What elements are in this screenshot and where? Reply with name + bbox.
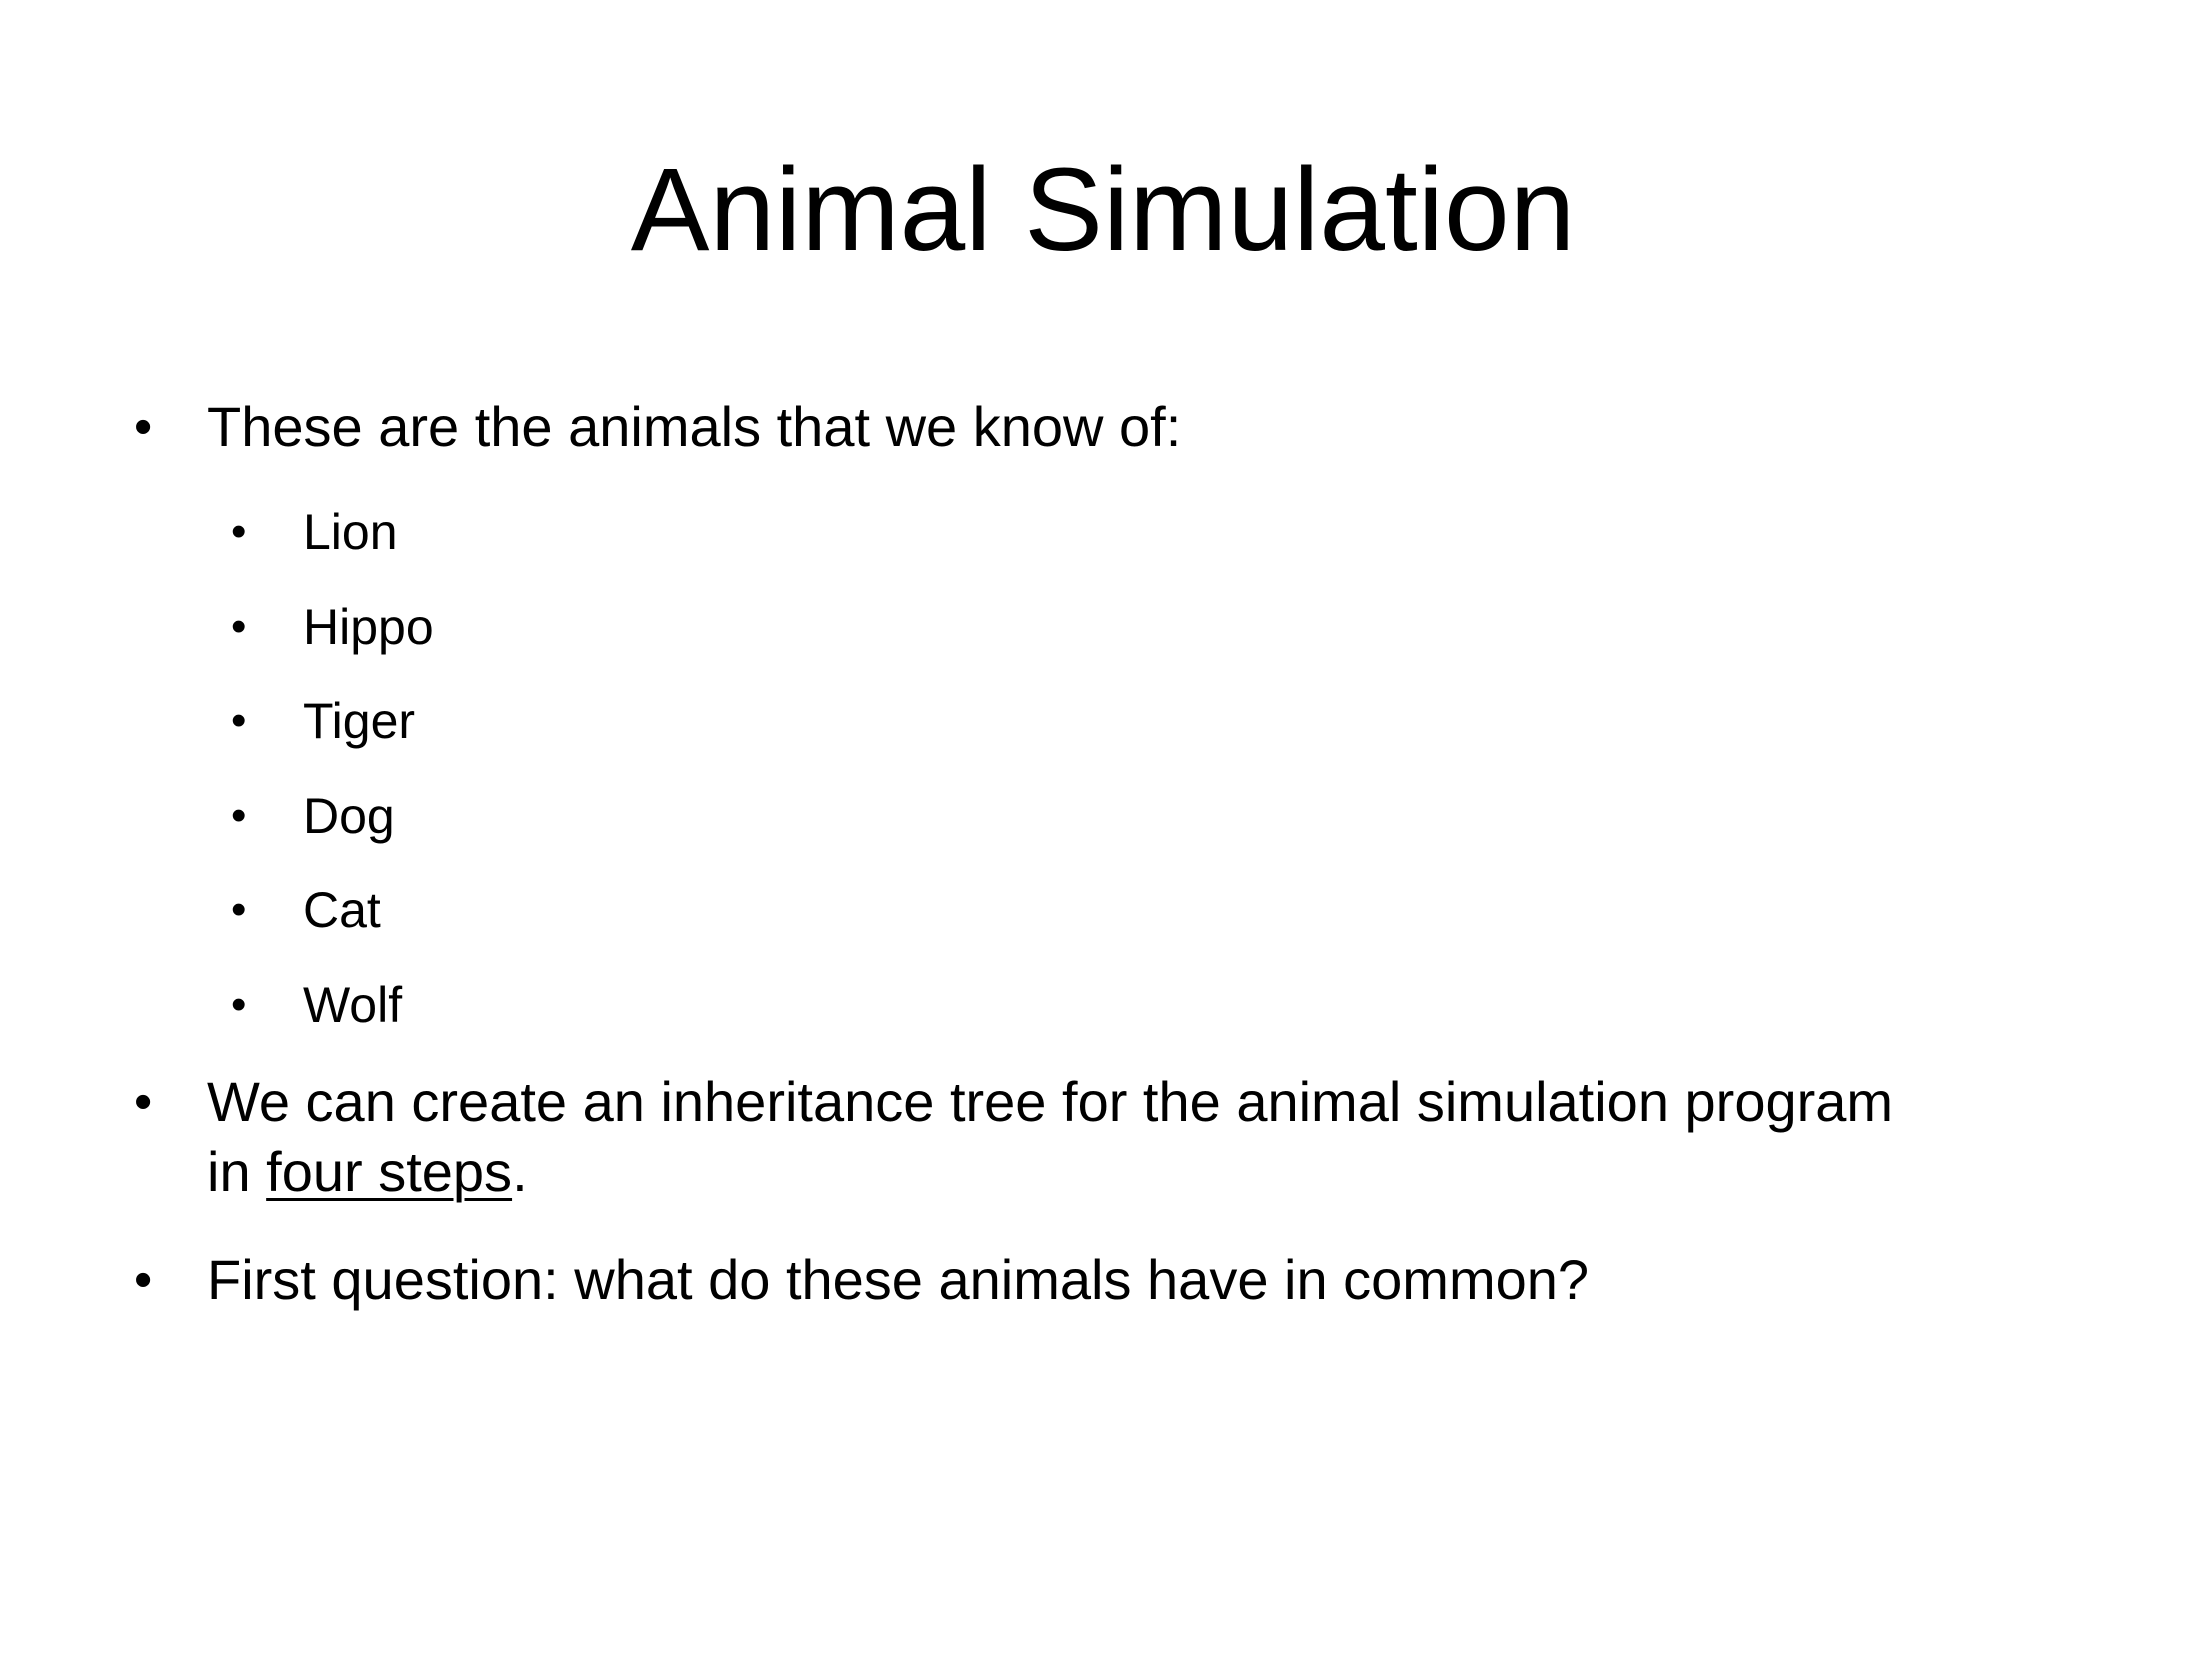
sub-bullet-marker: • — [231, 507, 247, 556]
bullet-text-line1: We can create an inheritance tree for th… — [207, 1070, 1894, 1133]
sub-bullet-marker: • — [231, 791, 247, 840]
four-steps-underlined-text: four steps — [266, 1140, 513, 1203]
sub-bullet-text: Lion — [303, 504, 398, 560]
bullet-marker: • — [134, 398, 153, 456]
sub-bullet-marker: • — [231, 602, 247, 651]
sub-bullet-text: Dog — [303, 788, 395, 844]
sub-bullet-marker: • — [231, 696, 247, 745]
slide-title: Animal Simulation — [630, 144, 1576, 276]
sub-bullet-text: Tiger — [303, 693, 416, 749]
bullet-text: These are the animals that we know of: — [207, 395, 1182, 458]
sub-bullet-marker: • — [231, 885, 247, 934]
sub-bullet-text: Hippo — [303, 599, 434, 655]
bullet-text: First question: what do these animals ha… — [207, 1248, 1590, 1311]
bullet-marker: • — [134, 1251, 153, 1309]
bullet-text-line2: in four steps. — [207, 1137, 528, 1207]
bullet-text-prefix: in — [207, 1140, 267, 1203]
sub-bullet-marker: • — [231, 980, 247, 1029]
sub-bullet-text: Cat — [303, 882, 381, 938]
slide: Animal Simulation • These are the animal… — [0, 0, 2206, 1653]
sub-bullet-text: Wolf — [303, 977, 403, 1033]
bullet-marker: • — [134, 1073, 153, 1131]
bullet-text-suffix: . — [512, 1140, 528, 1203]
